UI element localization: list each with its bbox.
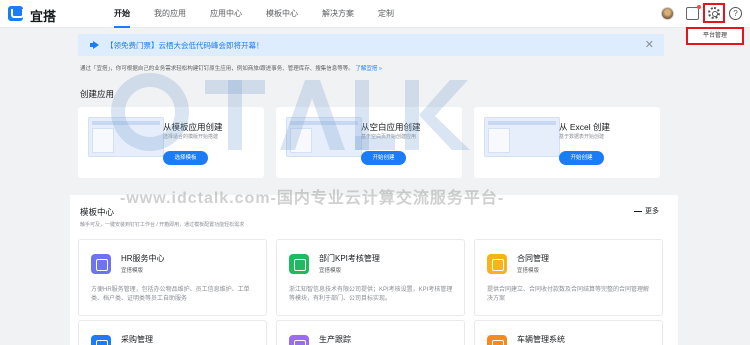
template-card-vehicle[interactable]: 车辆管理系统	[474, 320, 663, 345]
create-app-title: 创建应用	[80, 89, 115, 99]
intro-text: 通过「宜搭」，你可根据自己的业务需求轻松构建钉钉原生应用，例如商旅/跟进事务、管…	[80, 64, 382, 72]
template-tag: 宜搭模版	[319, 268, 342, 274]
start-create-excel-button[interactable]: 开始创建	[559, 151, 604, 165]
nav-item-custom[interactable]: 定制	[378, 0, 394, 28]
todo-icon[interactable]	[686, 5, 701, 20]
card-title: 从空白应用创建	[361, 122, 421, 132]
card-title: 从 Excel 创建	[559, 122, 611, 132]
nav-item-start[interactable]: 开始	[114, 0, 130, 28]
create-blank-card[interactable]: 从空白应用创建 基于空白页开始创建应用 开始创建	[276, 107, 462, 178]
template-card-production[interactable]: 生产跟踪	[276, 320, 465, 345]
select-template-button[interactable]: 选择模板	[163, 151, 208, 165]
template-card-hr[interactable]: HR服务中心 宜搭模版 方便HR服务管理，包括办公物品维护、员工信息维护、工单类…	[78, 239, 267, 316]
help-icon[interactable]: ?	[729, 7, 742, 20]
nav-item-my-apps[interactable]: 我的应用	[154, 0, 186, 28]
gear-icon[interactable]	[708, 7, 720, 19]
template-name: HR服务中心	[121, 254, 165, 263]
template-name: 部门KPI考核管理	[319, 254, 380, 263]
nav-item-template-center[interactable]: 模板中心	[266, 0, 298, 28]
template-desc: 提供合同建立、合同收付款数及合同结算等完整的合同管理解决方案	[487, 287, 650, 302]
hr-service-icon	[91, 254, 111, 274]
blank-illustration	[286, 117, 362, 157]
template-name: 车辆管理系统	[517, 335, 565, 344]
template-card-kpi[interactable]: 部门KPI考核管理 宜搭模版 浙江知智信息技术有限公司提供；KPI考核设置，KP…	[276, 239, 465, 316]
create-from-template-card[interactable]: 从模板应用创建 选择适合的模版开始搭建 选择模板	[78, 107, 264, 178]
template-tag: 宜搭模版	[517, 268, 540, 274]
contract-document-icon	[487, 254, 507, 274]
vehicle-icon	[487, 335, 507, 345]
template-name: 合同管理	[517, 254, 549, 263]
close-icon[interactable]: ✕	[645, 38, 654, 51]
megaphone-icon	[90, 41, 99, 49]
template-name: 采购管理	[121, 335, 153, 344]
learn-more-link[interactable]: 了解宜搭 »	[355, 66, 382, 72]
template-illustration	[88, 117, 164, 157]
template-desc: 浙江知智信息技术有限公司提供；KPI考核设置，KPI考核管理等模块，有利于部门、…	[289, 287, 453, 302]
template-center-title: 模板中心	[80, 207, 115, 217]
more-link[interactable]: 更多	[634, 206, 659, 216]
nav-item-app-center[interactable]: 应用中心	[210, 0, 242, 28]
intro-description: 通过「宜搭」，你可根据自己的业务需求轻松构建钉钉原生应用，例如商旅/跟进事务、管…	[80, 66, 354, 72]
brand-name[interactable]: 宜搭	[30, 6, 56, 25]
template-tag: 宜搭模版	[121, 268, 144, 274]
template-card-purchase[interactable]: 采购管理	[78, 320, 267, 345]
create-from-excel-card[interactable]: 从 Excel 创建 基于数据表开始创建 开始创建	[474, 107, 660, 178]
card-desc: 选择适合的模版开始搭建	[163, 134, 219, 140]
template-center-desc: 触手可及，一键安装到钉钉工作台 / 开箱即用，通过模板配置功能轻松需求	[80, 222, 245, 228]
template-card-contract[interactable]: 合同管理 宜搭模版 提供合同建立、合同收付款数及合同结算等完整的合同管理解决方案	[474, 239, 663, 316]
platform-admin-menu-item[interactable]: 平台管理	[686, 27, 744, 45]
card-desc: 基于空白页开始创建应用	[361, 134, 417, 140]
purchase-icon	[91, 335, 111, 345]
top-nav-bar: 宜搭 开始 我的应用 应用中心 模板中心 解决方案 定制 ?	[0, 0, 750, 28]
start-create-button[interactable]: 开始创建	[361, 151, 406, 165]
nav-item-solutions[interactable]: 解决方案	[322, 0, 354, 28]
excel-illustration	[484, 117, 560, 157]
banner-text[interactable]: 【领免费门票】云栖大会低代码峰会即将开幕！	[106, 40, 264, 51]
announcement-banner[interactable]: 【领免费门票】云栖大会低代码峰会即将开幕！ ✕	[78, 34, 664, 56]
template-name: 生产跟踪	[319, 335, 351, 344]
card-desc: 基于数据表开始创建	[559, 134, 605, 140]
avatar[interactable]	[661, 7, 674, 20]
card-title: 从模板应用创建	[163, 122, 223, 132]
kpi-cube-icon	[289, 254, 309, 274]
yida-logo-icon[interactable]	[8, 6, 24, 21]
production-icon	[289, 335, 309, 345]
main-nav: 开始 我的应用 应用中心 模板中心 解决方案 定制	[114, 0, 418, 28]
template-desc: 方便HR服务管理，包括办公物品维护、员工信息维护、工单类、档户类、证明类等员工自…	[91, 287, 250, 302]
